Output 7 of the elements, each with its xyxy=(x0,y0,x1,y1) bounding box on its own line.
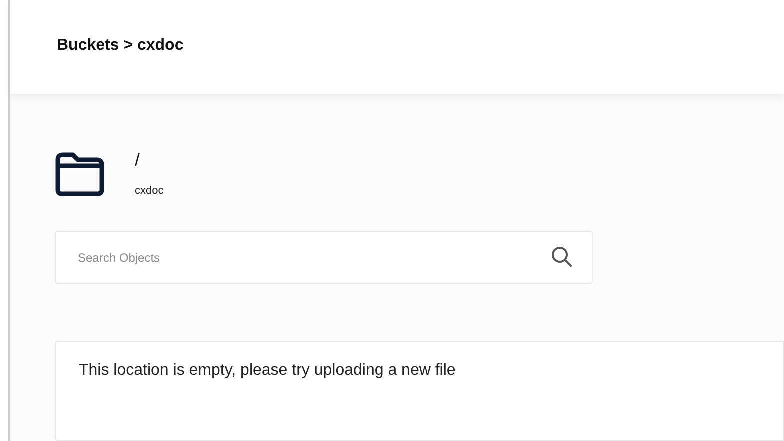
bucket-name: cxdoc xyxy=(135,184,164,198)
search-field[interactable]: Search Objects xyxy=(55,231,593,284)
search-icon[interactable] xyxy=(551,246,573,268)
empty-message: This location is empty, please try uploading a new file xyxy=(79,362,456,379)
breadcrumb: Buckets > cxdoc xyxy=(57,36,184,56)
folder-icon xyxy=(55,150,105,196)
folder-path: / xyxy=(135,148,142,170)
